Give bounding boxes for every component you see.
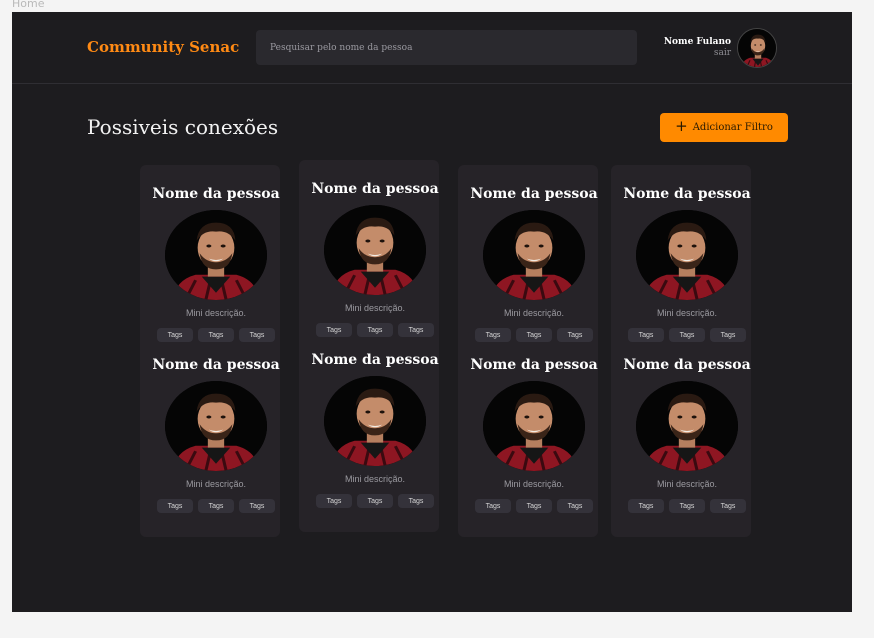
person-card[interactable]: Nome da pessoa Mini descrição. Tags Tags…	[617, 357, 757, 513]
app-window: Community Senac Nome Fulano sair Possive…	[12, 12, 852, 612]
tag-chip[interactable]: Tags	[157, 499, 193, 513]
tag-chip[interactable]: Tags	[516, 328, 552, 342]
person-description: Mini descrição.	[185, 479, 247, 489]
person-name: Nome da pessoa	[311, 352, 439, 368]
tag-chip[interactable]: Tags	[710, 499, 746, 513]
tag-list: Tags Tags Tags	[146, 499, 286, 513]
top-header: Community Senac Nome Fulano sair	[12, 12, 852, 84]
tag-chip[interactable]: Tags	[628, 328, 664, 342]
user-name: Nome Fulano	[663, 37, 731, 47]
person-photo	[636, 381, 738, 471]
person-photo	[165, 381, 267, 471]
person-description: Mini descrição.	[344, 474, 406, 484]
person-photo	[636, 210, 738, 300]
add-filter-button[interactable]: + Adicionar Filtro	[660, 113, 788, 142]
tag-chip[interactable]: Tags	[239, 328, 275, 342]
tag-chip[interactable]: Tags	[239, 499, 275, 513]
person-name: Nome da pessoa	[311, 181, 439, 197]
person-description: Mini descrição.	[185, 308, 247, 318]
person-card[interactable]: Nome da pessoa Mini descrição. Tags Tags…	[305, 352, 445, 508]
tag-chip[interactable]: Tags	[198, 328, 234, 342]
tag-chip[interactable]: Tags	[710, 328, 746, 342]
person-photo	[324, 205, 426, 295]
tag-chip[interactable]: Tags	[475, 499, 511, 513]
person-name: Nome da pessoa	[623, 186, 751, 202]
person-card[interactable]: Nome da pessoa Mini descrição. Tags Tags…	[305, 181, 445, 337]
person-card[interactable]: Nome da pessoa Mini descrição. Tags Tags…	[464, 186, 604, 342]
person-description: Mini descrição.	[503, 479, 565, 489]
person-photo	[324, 376, 426, 466]
brand-logo[interactable]: Community Senac	[87, 38, 239, 56]
plus-icon: +	[675, 117, 688, 135]
person-name: Nome da pessoa	[470, 357, 598, 373]
tag-chip[interactable]: Tags	[516, 499, 552, 513]
add-filter-label: Adicionar Filtro	[692, 122, 773, 133]
frame-label: Home	[12, 0, 45, 10]
tag-list: Tags Tags Tags	[305, 323, 445, 337]
person-name: Nome da pessoa	[470, 186, 598, 202]
tag-list: Tags Tags Tags	[464, 499, 604, 513]
person-description: Mini descrição.	[656, 308, 718, 318]
user-avatar-image	[738, 29, 777, 68]
person-photo	[483, 210, 585, 300]
tag-chip[interactable]: Tags	[157, 328, 193, 342]
tag-list: Tags Tags Tags	[464, 328, 604, 342]
tag-chip[interactable]: Tags	[669, 328, 705, 342]
tag-chip[interactable]: Tags	[628, 499, 664, 513]
person-photo	[483, 381, 585, 471]
tag-chip[interactable]: Tags	[316, 323, 352, 337]
user-avatar[interactable]	[737, 28, 777, 68]
person-card[interactable]: Nome da pessoa Mini descrição. Tags Tags…	[146, 186, 286, 342]
tag-chip[interactable]: Tags	[557, 328, 593, 342]
person-description: Mini descrição.	[503, 308, 565, 318]
tag-chip[interactable]: Tags	[669, 499, 705, 513]
person-card[interactable]: Nome da pessoa Mini descrição. Tags Tags…	[617, 186, 757, 342]
tag-list: Tags Tags Tags	[305, 494, 445, 508]
person-name: Nome da pessoa	[152, 357, 280, 373]
person-name: Nome da pessoa	[623, 357, 751, 373]
tag-chip[interactable]: Tags	[316, 494, 352, 508]
tag-chip[interactable]: Tags	[557, 499, 593, 513]
person-card[interactable]: Nome da pessoa Mini descrição. Tags Tags…	[146, 357, 286, 513]
tag-chip[interactable]: Tags	[398, 323, 434, 337]
tag-chip[interactable]: Tags	[398, 494, 434, 508]
person-name: Nome da pessoa	[152, 186, 280, 202]
tag-chip[interactable]: Tags	[357, 494, 393, 508]
tag-list: Tags Tags Tags	[617, 499, 757, 513]
logout-link[interactable]: sair	[664, 48, 731, 58]
person-photo	[165, 210, 267, 300]
tag-chip[interactable]: Tags	[198, 499, 234, 513]
tag-list: Tags Tags Tags	[146, 328, 286, 342]
page-title: Possiveis conexões	[87, 115, 279, 139]
person-card[interactable]: Nome da pessoa Mini descrição. Tags Tags…	[464, 357, 604, 513]
user-info: Nome Fulano sair	[664, 37, 731, 58]
search-input[interactable]	[256, 30, 637, 65]
tag-chip[interactable]: Tags	[357, 323, 393, 337]
person-description: Mini descrição.	[656, 479, 718, 489]
tag-list: Tags Tags Tags	[617, 328, 757, 342]
person-description: Mini descrição.	[344, 303, 406, 313]
tag-chip[interactable]: Tags	[475, 328, 511, 342]
